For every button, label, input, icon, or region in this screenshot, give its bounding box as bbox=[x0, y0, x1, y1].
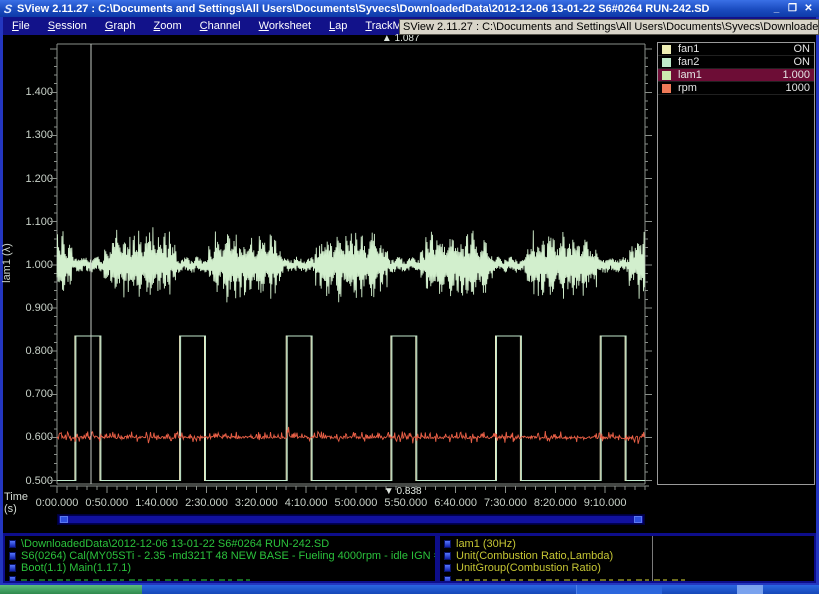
scrollbar-left-handle[interactable] bbox=[60, 516, 68, 523]
channel-row-lam1[interactable]: lam11.000 bbox=[658, 69, 814, 82]
status-line: Unit(Combustion Ratio,Lambda) bbox=[444, 550, 812, 562]
channel-color-swatch bbox=[662, 45, 671, 54]
log-bullet-icon bbox=[9, 564, 16, 572]
status-text: Unit(Combustion Ratio,Lambda) bbox=[456, 550, 613, 562]
channel-name: lam1 bbox=[678, 69, 782, 82]
fan2-trace bbox=[57, 336, 645, 481]
scrollbar-range-fill[interactable] bbox=[59, 516, 643, 523]
taskbar-start-segment[interactable] bbox=[0, 585, 142, 594]
unreadable-clipped-text bbox=[21, 579, 251, 581]
channel-row-rpm[interactable]: rpm1000 bbox=[658, 82, 814, 95]
channel-cursor-value: ON bbox=[794, 56, 811, 69]
channel-list-panel: fan1ONfan2ONlam11.000rpm1000 bbox=[657, 42, 815, 485]
session-info-panel: \DownloadedData\2012-12-06 13-01-22 S6#0… bbox=[5, 536, 435, 581]
status-area: \DownloadedData\2012-12-06 13-01-22 S6#0… bbox=[3, 533, 816, 583]
log-bullet-icon bbox=[444, 540, 451, 548]
clipped-status-line bbox=[9, 574, 433, 581]
status-text: lam1 (30Hz) bbox=[456, 538, 516, 550]
status-line: S6(0264) Cal(MY05STi - 2.35 -md321T 48 N… bbox=[9, 550, 433, 562]
fan1-trace bbox=[57, 336, 645, 481]
channel-name: rpm bbox=[678, 82, 786, 95]
channel-color-swatch bbox=[662, 84, 671, 93]
lam1-trace bbox=[57, 227, 645, 302]
status-line: Boot(1.1) Main(1.17.1) bbox=[9, 562, 433, 574]
channel-info-panel: lam1 (30Hz)Unit(Combustion Ratio,Lambda)… bbox=[440, 536, 814, 581]
status-text: S6(0264) Cal(MY05STi - 2.35 -md321T 48 N… bbox=[21, 550, 435, 562]
sview-window: S SView 2.11.27 : C:\Documents and Setti… bbox=[0, 0, 819, 594]
log-bullet-icon bbox=[444, 564, 451, 572]
clipped-status-line bbox=[444, 574, 812, 581]
log-bullet-icon bbox=[9, 540, 16, 548]
rpm-trace bbox=[57, 427, 644, 444]
channel-row-fan1[interactable]: fan1ON bbox=[658, 43, 814, 56]
scrollbar-right-handle[interactable] bbox=[634, 516, 642, 523]
status-line: lam1 (30Hz) bbox=[444, 538, 812, 550]
path-tooltip: SView 2.11.27 : C:\Documents and Setting… bbox=[399, 19, 819, 35]
unreadable-clipped-text bbox=[456, 579, 686, 581]
status-text: Boot(1.1) Main(1.17.1) bbox=[21, 562, 131, 574]
channel-cursor-value: 1000 bbox=[786, 82, 810, 95]
log-bullet-icon bbox=[9, 552, 16, 560]
log-bullet-icon bbox=[444, 576, 451, 581]
channel-name: fan2 bbox=[678, 56, 794, 69]
status-line: UnitGroup(Combustion Ratio) bbox=[444, 562, 812, 574]
min-value-marker: ▼ 0.838 bbox=[384, 487, 422, 497]
status-line: \DownloadedData\2012-12-06 13-01-22 S6#0… bbox=[9, 538, 433, 550]
channel-row-fan2[interactable]: fan2ON bbox=[658, 56, 814, 69]
status-text: UnitGroup(Combustion Ratio) bbox=[456, 562, 601, 574]
taskbar-button[interactable] bbox=[576, 585, 662, 594]
log-bullet-icon bbox=[444, 552, 451, 560]
channel-name: fan1 bbox=[678, 43, 794, 56]
taskbar-button[interactable] bbox=[737, 585, 763, 594]
channel-color-swatch bbox=[662, 58, 671, 67]
channel-color-swatch bbox=[662, 71, 671, 80]
channel-cursor-value: ON bbox=[794, 43, 811, 56]
time-scrollbar[interactable] bbox=[57, 514, 645, 525]
channel-cursor-value: 1.000 bbox=[782, 69, 810, 82]
status-text: \DownloadedData\2012-12-06 13-01-22 S6#0… bbox=[21, 538, 329, 550]
max-value-marker: ▲ 1.087 bbox=[382, 34, 420, 44]
log-bullet-icon bbox=[9, 576, 16, 581]
